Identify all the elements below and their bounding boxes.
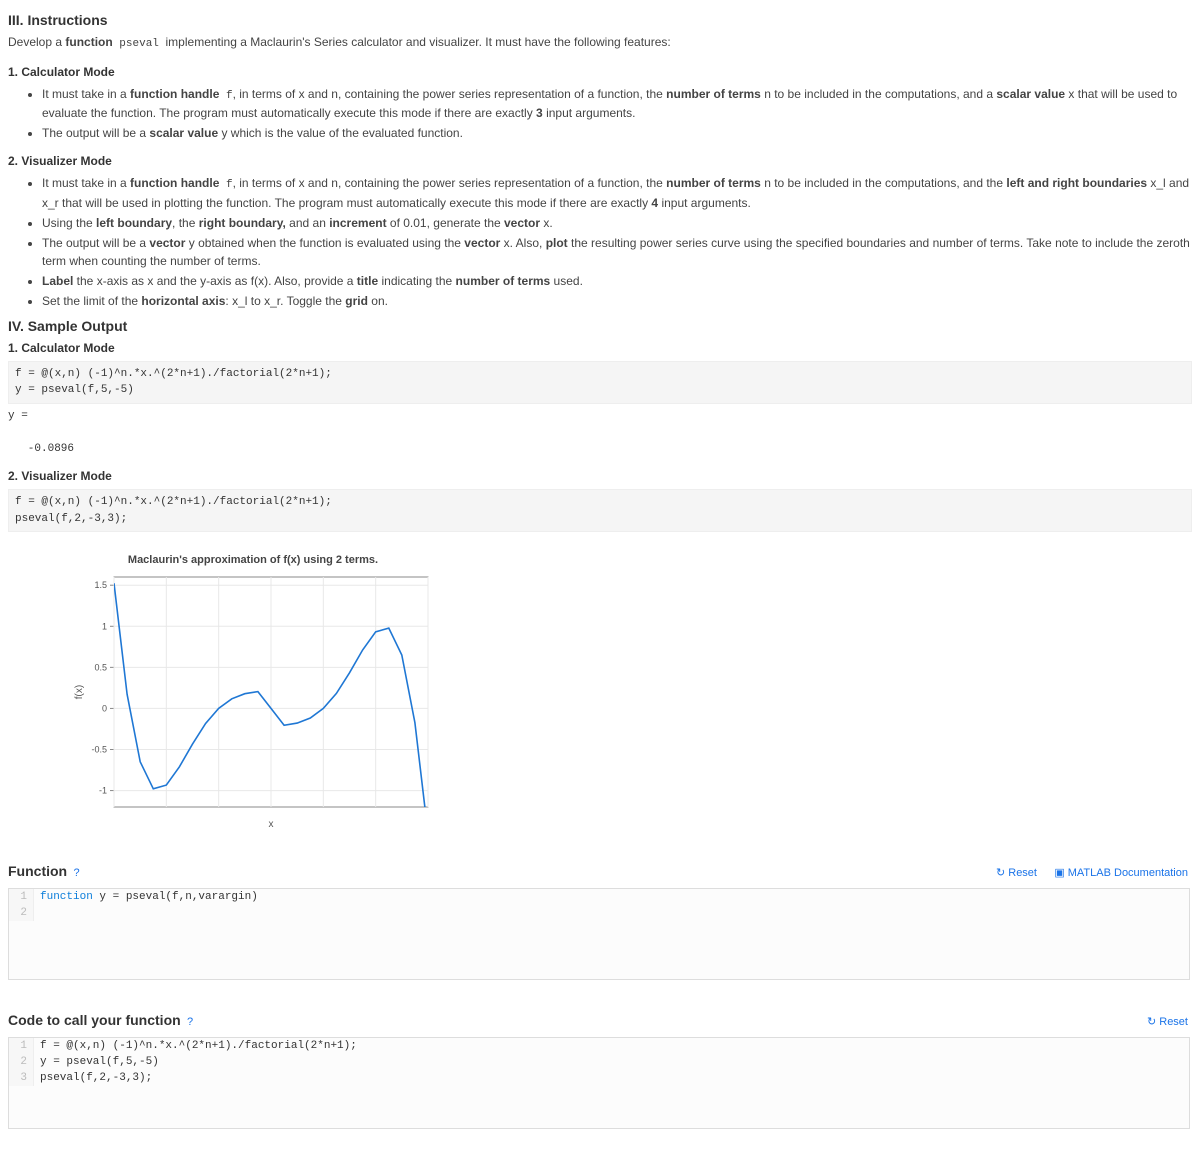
vis-li-5: Set the limit of the horizontal axis: x_…	[42, 292, 1192, 310]
call-line-2: y = pseval(f,5,-5)	[34, 1054, 159, 1070]
function-section-bar: Function ? Reset MATLAB Documentation	[8, 861, 1188, 882]
call-line-1: f = @(x,n) (-1)^n.*x.^(2*n+1)./factorial…	[34, 1038, 357, 1054]
vis-li-1: It must take in a function handle f, in …	[42, 174, 1192, 212]
vis-li-2: Using the left boundary, the right bound…	[42, 214, 1192, 232]
svg-text:1.5: 1.5	[94, 580, 107, 590]
chart-container: Maclaurin's approximation of f(x) using …	[68, 552, 438, 831]
sample-result-1: y = -0.0896	[8, 408, 1192, 458]
chart-title: Maclaurin's approximation of f(x) using …	[68, 552, 438, 569]
calc-li-2: The output will be a scalar value y whic…	[42, 124, 1192, 142]
function-title: Function	[8, 863, 67, 879]
calc-mode-title: 1. Calculator Mode	[8, 63, 1192, 81]
svg-text:f(x): f(x)	[74, 684, 85, 698]
sample-heading: IV. Sample Output	[8, 316, 1192, 337]
intro-paragraph: Develop a function pseval implementing a…	[8, 33, 1192, 53]
svg-text:-0.5: -0.5	[91, 744, 107, 754]
call-section-bar: Code to call your function ? Reset	[8, 1010, 1188, 1031]
sample-code-1: f = @(x,n) (-1)^n.*x.^(2*n+1)./factorial…	[8, 361, 1192, 404]
calc-mode-list: It must take in a function handle f, in …	[8, 85, 1192, 143]
reset-link[interactable]: Reset	[996, 867, 1037, 879]
sample-mode2-title: 2. Visualizer Mode	[8, 467, 1192, 485]
call-title: Code to call your function	[8, 1012, 181, 1028]
call-editor[interactable]: 1f = @(x,n) (-1)^n.*x.^(2*n+1)./factoria…	[8, 1037, 1190, 1129]
function-editor[interactable]: 1function y = pseval(f,n,varargin) 2	[8, 888, 1190, 980]
vis-li-3: The output will be a vector y obtained w…	[42, 234, 1192, 270]
chart-plot: -1 -0.5 0 0.5 1 1.5 x f(x)	[68, 571, 438, 831]
vis-mode-list: It must take in a function handle f, in …	[8, 174, 1192, 310]
svg-text:-1: -1	[99, 785, 107, 795]
svg-text:0: 0	[102, 703, 107, 713]
svg-text:1: 1	[102, 621, 107, 631]
sample-code-2: f = @(x,n) (-1)^n.*x.^(2*n+1)./factorial…	[8, 489, 1192, 532]
help-icon[interactable]: ?	[73, 867, 79, 879]
reset-link-2[interactable]: Reset	[1147, 1016, 1188, 1028]
svg-text:0.5: 0.5	[94, 662, 107, 672]
help-icon[interactable]: ?	[187, 1016, 193, 1028]
vis-mode-title: 2. Visualizer Mode	[8, 152, 1192, 170]
instructions-heading: III. Instructions	[8, 10, 1192, 31]
matlab-doc-link[interactable]: MATLAB Documentation	[1054, 867, 1188, 879]
call-line-3: pseval(f,2,-3,3);	[34, 1070, 152, 1086]
svg-text:x: x	[269, 819, 274, 830]
sample-mode1-title: 1. Calculator Mode	[8, 339, 1192, 357]
calc-li-1: It must take in a function handle f, in …	[42, 85, 1192, 123]
vis-li-4: Label the x-axis as x and the y-axis as …	[42, 272, 1192, 290]
